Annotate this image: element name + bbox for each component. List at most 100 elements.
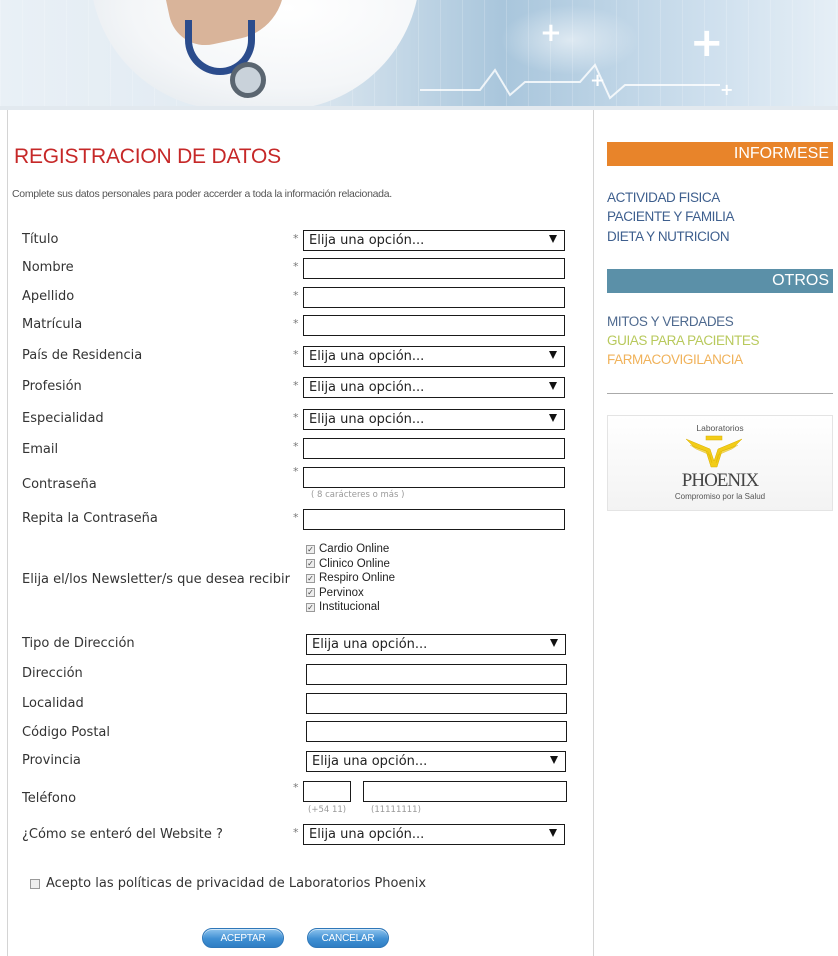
plus-icon: + <box>590 70 606 91</box>
stethoscope-icon <box>230 62 266 98</box>
newsletter-option[interactable]: ✓ Pervinox <box>306 586 395 601</box>
pais-label: País de Residencia <box>22 348 143 363</box>
provincia-label: Provincia <box>22 753 81 768</box>
email-field[interactable] <box>303 438 565 459</box>
dropdown-arrow-icon <box>549 414 557 422</box>
pais-select[interactable]: Elija una opción... <box>303 346 565 367</box>
checkbox-checked-icon[interactable]: ✓ <box>306 588 315 598</box>
apellido-input[interactable] <box>303 287 565 308</box>
left-border <box>7 110 8 956</box>
newsletter-option[interactable]: ✓ Clinico Online <box>306 557 395 572</box>
required-mark: * <box>293 260 299 273</box>
dropdown-arrow-icon <box>550 639 558 647</box>
pais-select-value: Elija una opción... <box>309 349 425 364</box>
telefono-label: Teléfono <box>22 791 77 806</box>
matricula-input[interactable] <box>303 315 565 336</box>
required-mark: * <box>293 781 299 794</box>
como-se-entero-label: ¿Cómo se enteró del Website ? <box>22 827 223 842</box>
checkbox-checked-icon[interactable]: ✓ <box>306 573 315 583</box>
contrasena-label: Contraseña <box>22 477 97 492</box>
profesion-select[interactable]: Elija una opción... <box>303 377 565 398</box>
required-mark: * <box>293 826 299 839</box>
localidad-label: Localidad <box>22 696 84 711</box>
logo-name: PHOENIX <box>681 470 759 491</box>
repeat-password-input[interactable] <box>303 509 565 530</box>
dropdown-arrow-icon <box>549 235 557 243</box>
sidebar-link-mitos-verdades[interactable]: MITOS Y VERDADES <box>607 314 734 329</box>
localidad-input[interactable] <box>306 693 567 714</box>
tipo-direccion-label: Tipo de Dirección <box>22 636 135 651</box>
newsletter-label: Pervinox <box>319 586 364 599</box>
phoenix-logo[interactable]: Laboratorios PHOENIX Compromiso por la S… <box>607 415 833 511</box>
como-se-entero-select[interactable]: Elija una opción... <box>303 824 565 845</box>
sidebar-link-dieta-nutricion[interactable]: DIETA Y NUTRICION <box>607 229 730 244</box>
required-mark: * <box>293 465 299 478</box>
accept-button[interactable]: ACEPTAR <box>202 928 284 948</box>
newsletter-label: Clinico Online <box>319 557 390 570</box>
nombre-input[interactable] <box>303 258 565 279</box>
dropdown-arrow-icon <box>550 756 558 764</box>
newsletter-checklist: ✓ Cardio Online ✓ Clinico Online ✓ Respiro … <box>306 542 395 615</box>
email-label: Email <box>22 442 59 457</box>
newsletter-label: Institucional <box>319 601 380 614</box>
codigo-postal-label: Código Postal <box>22 725 111 740</box>
especialidad-label: Especialidad <box>22 411 104 426</box>
sidebar-divider <box>607 393 833 394</box>
sidebar-link-actividad-fisica[interactable]: ACTIVIDAD FISICA <box>607 190 720 205</box>
plus-icon: + <box>690 20 724 66</box>
password-input[interactable] <box>303 467 565 488</box>
sidebar-link-paciente-familia[interactable]: PACIENTE Y FAMILIA <box>607 209 735 224</box>
phoenix-bird-icon <box>685 435 743 468</box>
codigo-postal-input[interactable] <box>306 721 567 742</box>
provincia-select[interactable]: Elija una opción... <box>306 751 566 772</box>
heartbeat-line-icon <box>420 63 720 100</box>
direccion-label: Dirección <box>22 666 83 681</box>
direccion-input[interactable] <box>306 664 567 685</box>
dropdown-arrow-icon <box>549 829 557 837</box>
repita-label: Repita la Contraseña <box>22 511 158 526</box>
tipo-direccion-select-value: Elija una opción... <box>312 637 428 652</box>
privacy-checkbox[interactable] <box>30 878 40 889</box>
required-mark: * <box>293 440 299 453</box>
required-mark: * <box>293 289 299 302</box>
tipo-direccion-select[interactable]: Elija una opción... <box>306 634 566 655</box>
provincia-select-value: Elija una opción... <box>312 754 428 769</box>
profesion-select-value: Elija una opción... <box>309 380 425 395</box>
checkbox-checked-icon[interactable]: ✓ <box>306 544 315 554</box>
sidebar-link-farmacovigilancia[interactable]: FARMACOVIGILANCIA <box>607 352 743 367</box>
checkbox-checked-icon[interactable]: ✓ <box>306 602 315 612</box>
titulo-select[interactable]: Elija una opción... <box>303 230 565 251</box>
sidebar-link-guias-pacientes[interactable]: GUIAS PARA PACIENTES <box>607 333 759 348</box>
logo-tagline: Compromiso por la Salud <box>674 492 766 501</box>
required-mark: * <box>293 379 299 392</box>
newsletters-label: Elija el/los Newsletter/s que desea reci… <box>22 572 290 587</box>
newsletter-label: Respiro Online <box>319 572 396 585</box>
newsletter-option[interactable]: ✓ Institucional <box>306 600 395 615</box>
newsletter-option[interactable]: ✓ Respiro Online <box>306 571 395 586</box>
phone-area-input[interactable] <box>303 781 351 802</box>
phone-number-input[interactable] <box>363 781 567 802</box>
required-mark: * <box>293 411 299 424</box>
form-intro: Complete sus datos personales para poder… <box>12 188 392 200</box>
logo-top-text: Laboratorios <box>696 423 744 433</box>
plus-icon: + <box>720 80 734 99</box>
apellido-label: Apellido <box>22 289 75 304</box>
informese-heading: INFORMESE <box>607 142 833 166</box>
dropdown-arrow-icon <box>549 351 557 359</box>
checkbox-checked-icon[interactable]: ✓ <box>306 559 315 569</box>
dropdown-arrow-icon <box>549 382 557 390</box>
cancel-button[interactable]: CANCELAR <box>307 928 389 948</box>
page-title: REGISTRACION DE DATOS <box>14 145 281 168</box>
required-mark: * <box>293 232 299 245</box>
especialidad-select[interactable]: Elija una opción... <box>303 409 565 430</box>
matricula-label: Matrícula <box>22 317 83 332</box>
newsletter-option[interactable]: ✓ Cardio Online <box>306 542 395 557</box>
otros-heading: OTROS <box>607 269 833 293</box>
column-divider <box>593 110 594 956</box>
privacy-consent[interactable]: Acepto las políticas de privacidad de La… <box>30 876 426 891</box>
titulo-select-value: Elija una opción... <box>309 233 425 248</box>
plus-icon: + <box>540 18 562 48</box>
como-se-entero-select-value: Elija una opción... <box>309 827 425 842</box>
phone-number-hint: (11111111) <box>371 805 421 815</box>
required-mark: * <box>293 317 299 330</box>
